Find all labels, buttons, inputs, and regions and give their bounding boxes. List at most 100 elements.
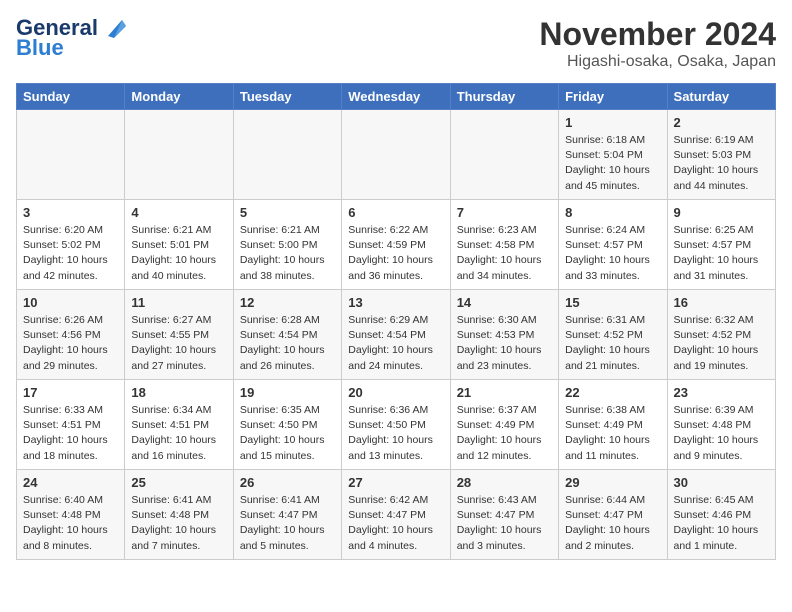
day-number: 16 xyxy=(674,295,769,310)
day-detail: Sunrise: 6:24 AMSunset: 4:57 PMDaylight:… xyxy=(565,223,660,284)
calendar-cell xyxy=(450,110,558,200)
day-number: 22 xyxy=(565,385,660,400)
calendar-cell: 29 Sunrise: 6:44 AMSunset: 4:47 PMDayligh… xyxy=(559,470,667,560)
calendar-cell: 24 Sunrise: 6:40 AMSunset: 4:48 PMDayligh… xyxy=(17,470,125,560)
day-detail: Sunrise: 6:18 AMSunset: 5:04 PMDaylight:… xyxy=(565,133,660,194)
calendar-cell: 5 Sunrise: 6:21 AMSunset: 5:00 PMDaylight… xyxy=(233,200,341,290)
calendar-cell xyxy=(342,110,450,200)
calendar-cell: 13 Sunrise: 6:29 AMSunset: 4:54 PMDayligh… xyxy=(342,290,450,380)
calendar-cell xyxy=(233,110,341,200)
calendar-cell: 20Sunrise: 6:36 AMSunset: 4:50 PMDayligh… xyxy=(342,380,450,470)
calendar-cell xyxy=(125,110,233,200)
day-detail: Sunrise: 6:23 AMSunset: 4:58 PMDaylight:… xyxy=(457,223,552,284)
day-detail: Sunrise: 6:19 AMSunset: 5:03 PMDaylight:… xyxy=(674,133,769,194)
day-number: 25 xyxy=(131,475,226,490)
day-of-week-monday: Monday xyxy=(125,84,233,110)
calendar-cell xyxy=(17,110,125,200)
day-number: 29 xyxy=(565,475,660,490)
day-detail: Sunrise: 6:44 AMSunset: 4:47 PMDaylight:… xyxy=(565,493,660,554)
day-number: 9 xyxy=(674,205,769,220)
day-detail: Sunrise: 6:29 AMSunset: 4:54 PMDaylight:… xyxy=(348,313,443,374)
calendar-cell: 21Sunrise: 6:37 AMSunset: 4:49 PMDayligh… xyxy=(450,380,558,470)
day-number: 3 xyxy=(23,205,118,220)
calendar-cell: 22 Sunrise: 6:38 AMSunset: 4:49 PMDayligh… xyxy=(559,380,667,470)
calendar-cell: 1Sunrise: 6:18 AMSunset: 5:04 PMDaylight… xyxy=(559,110,667,200)
day-detail: Sunrise: 6:31 AMSunset: 4:52 PMDaylight:… xyxy=(565,313,660,374)
day-detail: Sunrise: 6:33 AMSunset: 4:51 PMDaylight:… xyxy=(23,403,118,464)
day-number: 19 xyxy=(240,385,335,400)
day-number: 24 xyxy=(23,475,118,490)
day-number: 26 xyxy=(240,475,335,490)
logo-blue: Blue xyxy=(16,36,126,60)
day-detail: Sunrise: 6:27 AMSunset: 4:55 PMDaylight:… xyxy=(131,313,226,374)
day-detail: Sunrise: 6:38 AMSunset: 4:49 PMDaylight:… xyxy=(565,403,660,464)
day-number: 27 xyxy=(348,475,443,490)
day-of-week-sunday: Sunday xyxy=(17,84,125,110)
day-detail: Sunrise: 6:22 AMSunset: 4:59 PMDaylight:… xyxy=(348,223,443,284)
day-number: 28 xyxy=(457,475,552,490)
day-number: 20 xyxy=(348,385,443,400)
calendar-cell: 18 Sunrise: 6:34 AMSunset: 4:51 PMDayligh… xyxy=(125,380,233,470)
day-number: 10 xyxy=(23,295,118,310)
calendar-cell: 2 Sunrise: 6:19 AMSunset: 5:03 PMDaylight… xyxy=(667,110,775,200)
calendar-cell: 11 Sunrise: 6:27 AMSunset: 4:55 PMDayligh… xyxy=(125,290,233,380)
calendar-cell: 14Sunrise: 6:30 AMSunset: 4:53 PMDayligh… xyxy=(450,290,558,380)
calendar-cell: 6 Sunrise: 6:22 AMSunset: 4:59 PMDaylight… xyxy=(342,200,450,290)
calendar-cell: 28Sunrise: 6:43 AMSunset: 4:47 PMDayligh… xyxy=(450,470,558,560)
day-detail: Sunrise: 6:45 AMSunset: 4:46 PMDaylight:… xyxy=(674,493,769,554)
day-detail: Sunrise: 6:37 AMSunset: 4:49 PMDaylight:… xyxy=(457,403,552,464)
calendar-week-row: 24 Sunrise: 6:40 AMSunset: 4:48 PMDayligh… xyxy=(17,470,776,560)
calendar-table: SundayMondayTuesdayWednesdayThursdayFrid… xyxy=(16,83,776,560)
day-number: 7 xyxy=(457,205,552,220)
day-detail: Sunrise: 6:28 AMSunset: 4:54 PMDaylight:… xyxy=(240,313,335,374)
day-detail: Sunrise: 6:30 AMSunset: 4:53 PMDaylight:… xyxy=(457,313,552,374)
day-detail: Sunrise: 6:21 AMSunset: 5:01 PMDaylight:… xyxy=(131,223,226,284)
calendar-cell: 9 Sunrise: 6:25 AMSunset: 4:57 PMDaylight… xyxy=(667,200,775,290)
day-detail: Sunrise: 6:20 AMSunset: 5:02 PMDaylight:… xyxy=(23,223,118,284)
location-subtitle: Higashi-osaka, Osaka, Japan xyxy=(539,53,776,71)
day-number: 12 xyxy=(240,295,335,310)
day-of-week-tuesday: Tuesday xyxy=(233,84,341,110)
calendar-cell: 25 Sunrise: 6:41 AMSunset: 4:48 PMDayligh… xyxy=(125,470,233,560)
logo: General Blue xyxy=(16,16,126,60)
day-of-week-saturday: Saturday xyxy=(667,84,775,110)
day-detail: Sunrise: 6:35 AMSunset: 4:50 PMDaylight:… xyxy=(240,403,335,464)
day-number: 6 xyxy=(348,205,443,220)
month-title: November 2024 xyxy=(539,16,776,53)
day-detail: Sunrise: 6:40 AMSunset: 4:48 PMDaylight:… xyxy=(23,493,118,554)
day-number: 8 xyxy=(565,205,660,220)
calendar-cell: 26Sunrise: 6:41 AMSunset: 4:47 PMDayligh… xyxy=(233,470,341,560)
calendar-cell: 30Sunrise: 6:45 AMSunset: 4:46 PMDayligh… xyxy=(667,470,775,560)
calendar-week-row: 10Sunrise: 6:26 AMSunset: 4:56 PMDayligh… xyxy=(17,290,776,380)
day-of-week-thursday: Thursday xyxy=(450,84,558,110)
day-number: 4 xyxy=(131,205,226,220)
day-number: 2 xyxy=(674,115,769,130)
calendar-cell: 27Sunrise: 6:42 AMSunset: 4:47 PMDayligh… xyxy=(342,470,450,560)
calendar-cell: 12 Sunrise: 6:28 AMSunset: 4:54 PMDayligh… xyxy=(233,290,341,380)
header: General Blue November 2024 Higashi-osaka… xyxy=(16,16,776,71)
calendar-header-row: SundayMondayTuesdayWednesdayThursdayFrid… xyxy=(17,84,776,110)
day-detail: Sunrise: 6:32 AMSunset: 4:52 PMDaylight:… xyxy=(674,313,769,374)
day-number: 13 xyxy=(348,295,443,310)
title-area: November 2024 Higashi-osaka, Osaka, Japa… xyxy=(539,16,776,71)
day-detail: Sunrise: 6:21 AMSunset: 5:00 PMDaylight:… xyxy=(240,223,335,284)
day-number: 18 xyxy=(131,385,226,400)
calendar-week-row: 3 Sunrise: 6:20 AMSunset: 5:02 PMDaylight… xyxy=(17,200,776,290)
day-of-week-wednesday: Wednesday xyxy=(342,84,450,110)
calendar-cell: 7 Sunrise: 6:23 AMSunset: 4:58 PMDaylight… xyxy=(450,200,558,290)
calendar-cell: 4 Sunrise: 6:21 AMSunset: 5:01 PMDaylight… xyxy=(125,200,233,290)
logo-icon xyxy=(100,18,126,38)
calendar-week-row: 1Sunrise: 6:18 AMSunset: 5:04 PMDaylight… xyxy=(17,110,776,200)
calendar-week-row: 17Sunrise: 6:33 AMSunset: 4:51 PMDayligh… xyxy=(17,380,776,470)
day-detail: Sunrise: 6:34 AMSunset: 4:51 PMDaylight:… xyxy=(131,403,226,464)
day-number: 23 xyxy=(674,385,769,400)
calendar-cell: 17Sunrise: 6:33 AMSunset: 4:51 PMDayligh… xyxy=(17,380,125,470)
day-detail: Sunrise: 6:25 AMSunset: 4:57 PMDaylight:… xyxy=(674,223,769,284)
calendar-cell: 8 Sunrise: 6:24 AMSunset: 4:57 PMDaylight… xyxy=(559,200,667,290)
calendar-cell: 16 Sunrise: 6:32 AMSunset: 4:52 PMDayligh… xyxy=(667,290,775,380)
day-of-week-friday: Friday xyxy=(559,84,667,110)
day-number: 11 xyxy=(131,295,226,310)
calendar-cell: 19 Sunrise: 6:35 AMSunset: 4:50 PMDayligh… xyxy=(233,380,341,470)
day-detail: Sunrise: 6:41 AMSunset: 4:48 PMDaylight:… xyxy=(131,493,226,554)
day-number: 5 xyxy=(240,205,335,220)
